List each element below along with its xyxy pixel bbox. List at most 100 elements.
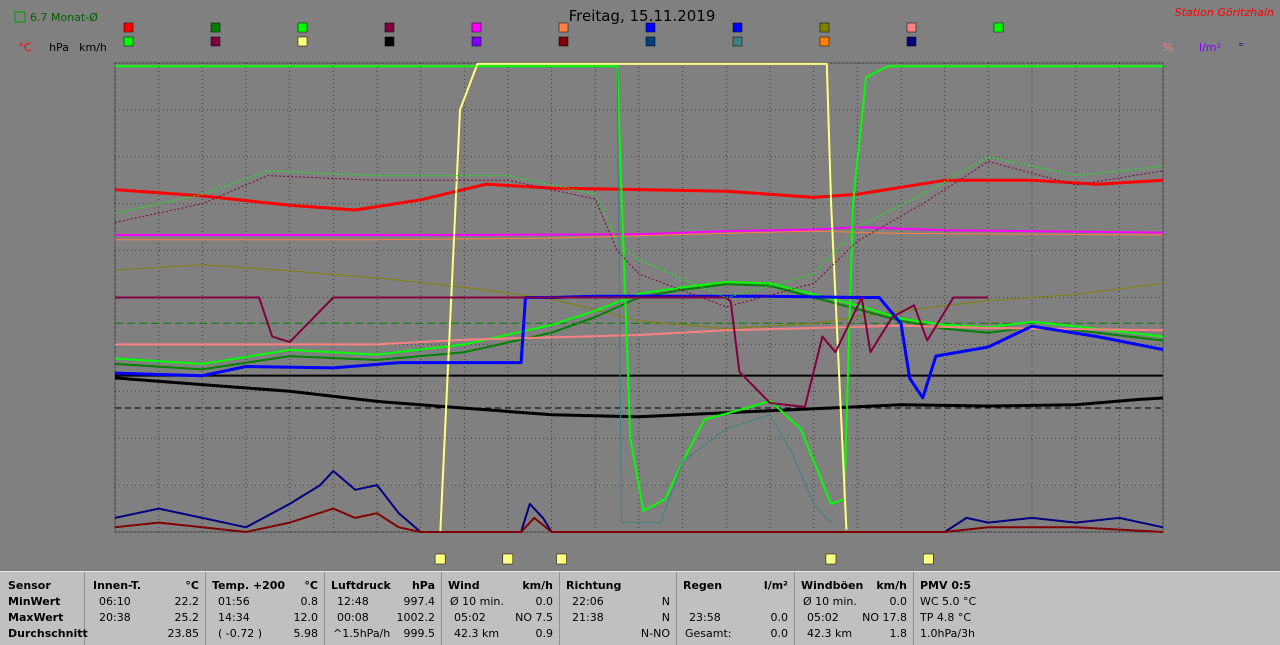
stats-min-time: 01:56 bbox=[218, 595, 250, 608]
stats-unit: hPa bbox=[411, 579, 435, 592]
month-avg-label: 6.7 Monat-Ø bbox=[30, 11, 98, 24]
stats-col-innen: Innen-T. °C 06:10 22.2 20:38 25.2 23.85 bbox=[85, 572, 206, 645]
stats-max-time: 14:34 bbox=[218, 611, 250, 624]
stats-min-time: 22:06 bbox=[572, 595, 604, 608]
stats-min-value: 0.0 bbox=[535, 595, 554, 608]
stats-label-avg: Durchschnitt bbox=[8, 627, 88, 640]
stats-max-value: NO 17.8 bbox=[862, 611, 907, 624]
stats-max-time: 00:08 bbox=[337, 611, 369, 624]
legend-swatch bbox=[645, 36, 656, 47]
stats-avg-value: 1.8 bbox=[889, 627, 908, 640]
legend-swatch bbox=[732, 22, 743, 33]
stats-min-value: N bbox=[661, 595, 670, 608]
legend-swatch bbox=[123, 22, 134, 33]
legend-swatch bbox=[471, 22, 482, 33]
stats-label-max: MaxWert bbox=[8, 611, 64, 624]
legend-swatch bbox=[471, 36, 482, 47]
sun-marker-icon bbox=[923, 553, 934, 565]
stats-max-value: 12.0 bbox=[293, 611, 319, 624]
stats-avg-note: ( -0.72 ) bbox=[218, 627, 263, 640]
stats-col-wind: Wind km/h Ø 10 min. 0.0 05:02 NO 7.5 42.3 k… bbox=[442, 572, 560, 645]
stats-pmv-line3: 1.0hPa/3h bbox=[920, 627, 976, 640]
legend-swatch bbox=[906, 36, 917, 47]
stats-avg-note: 42.3 km bbox=[807, 627, 853, 640]
legend-swatch bbox=[819, 36, 830, 47]
stats-panel: Sensor MinWert MaxWert Durchschnitt Inne… bbox=[0, 571, 1280, 645]
stats-avg-value: 5.98 bbox=[293, 627, 319, 640]
stats-header: PMV 0:5 bbox=[920, 579, 972, 592]
stats-col-richtung: Richtung 22:06 N 21:38 N N-NO bbox=[560, 572, 677, 645]
legend-swatch bbox=[297, 36, 308, 47]
stats-unit: km/h bbox=[522, 579, 553, 592]
chart-title: Freitag, 15.11.2019 bbox=[569, 7, 716, 25]
unit-rain: l/m² bbox=[1199, 41, 1221, 54]
stats-min-value: 22.2 bbox=[174, 595, 200, 608]
stats-avg-note: Gesamt: bbox=[685, 627, 732, 640]
stats-max-time: 20:38 bbox=[99, 611, 131, 624]
stats-min-time: 06:10 bbox=[99, 595, 131, 608]
stats-max-time: 23:58 bbox=[689, 611, 721, 624]
stats-unit: °C bbox=[185, 579, 199, 592]
legend-swatch bbox=[123, 36, 134, 47]
stats-unit: l/m² bbox=[763, 579, 788, 592]
stats-avg-note: 42.3 km bbox=[454, 627, 500, 640]
stats-max-value: 25.2 bbox=[174, 611, 200, 624]
stats-header: Windböen bbox=[801, 579, 864, 592]
stats-max-time: 05:02 bbox=[807, 611, 839, 624]
stats-min-value: 997.4 bbox=[403, 595, 436, 608]
stats-avg-value: 999.5 bbox=[403, 627, 436, 640]
stats-col-pmv: PMV 0:5 WC 5.0 °C TP 4.8 °C 1.0hPa/3h bbox=[914, 572, 1034, 645]
stats-header: Richtung bbox=[566, 579, 622, 592]
sun-marker-icon bbox=[434, 553, 446, 565]
stats-max-time: 21:38 bbox=[572, 611, 604, 624]
unit-degree: ° bbox=[1238, 41, 1244, 54]
weather-chart: Freitag, 15.11.2019 Station Göritzhain 6… bbox=[14, 6, 1274, 565]
stats-col-druck: Luftdruck hPa 12:48 997.4 00:08 1002.2 ^1.5… bbox=[325, 572, 442, 645]
stats-max-value: 1002.2 bbox=[396, 611, 436, 624]
unit-percent: % bbox=[1163, 41, 1173, 54]
stats-col-sensor: Sensor MinWert MaxWert Durchschnitt bbox=[0, 572, 88, 645]
legend-swatch bbox=[384, 36, 395, 47]
stats-header: Luftdruck bbox=[331, 579, 391, 592]
stats-max-value: NO 7.5 bbox=[515, 611, 553, 624]
sun-marker-icon bbox=[556, 553, 567, 565]
stats-avg-note: ^1.5hPa/h bbox=[333, 627, 391, 640]
stats-header: Temp. +200 bbox=[212, 579, 286, 592]
stats-unit: km/h bbox=[876, 579, 907, 592]
month-avg-checkbox[interactable] bbox=[14, 11, 26, 23]
stats-header-sensor: Sensor bbox=[8, 579, 51, 592]
unit-hpa: hPa bbox=[49, 41, 69, 54]
stats-max-value: 0.0 bbox=[770, 611, 789, 624]
stats-avg-value: N-NO bbox=[640, 627, 670, 640]
legend-swatch bbox=[384, 22, 395, 33]
sun-marker-icon bbox=[825, 553, 837, 565]
stats-label-min: MinWert bbox=[8, 595, 61, 608]
stats-header: Innen-T. bbox=[93, 579, 142, 592]
legend-swatch bbox=[558, 36, 569, 47]
stats-header: Wind bbox=[448, 579, 480, 592]
legend-swatch bbox=[297, 22, 308, 33]
legend-swatch bbox=[906, 22, 917, 33]
stats-min-time: 12:48 bbox=[337, 595, 369, 608]
stats-col-boeen: Windböen km/h Ø 10 min. 0.0 05:02 NO 17.8 4… bbox=[795, 572, 914, 645]
station-name: Station Göritzhain bbox=[1175, 6, 1274, 19]
legend-swatch bbox=[210, 22, 221, 33]
stats-avg-value: 23.85 bbox=[167, 627, 200, 640]
sun-marker-icon bbox=[502, 553, 514, 565]
stats-unit: °C bbox=[304, 579, 318, 592]
legend-swatch bbox=[819, 22, 830, 33]
stats-min-value: 0.0 bbox=[889, 595, 908, 608]
stats-min-time: Ø 10 min. bbox=[803, 595, 857, 608]
stats-col-regen: Regen l/m² 23:58 0.0 Gesamt: 0.0 bbox=[677, 572, 795, 645]
stats-pmv-line1: WC 5.0 °C bbox=[920, 595, 977, 608]
unit-kmh: km/h bbox=[79, 41, 107, 54]
stats-col-temp: Temp. +200 °C 01:56 0.8 14:34 12.0 ( -0.72 … bbox=[206, 572, 325, 645]
legend-swatch bbox=[732, 36, 743, 47]
stats-avg-value: 0.0 bbox=[770, 627, 789, 640]
stats-max-time: 05:02 bbox=[454, 611, 486, 624]
legend-swatch bbox=[993, 22, 1004, 33]
stats-pmv-line2: TP 4.8 °C bbox=[920, 611, 972, 624]
stats-min-time: Ø 10 min. bbox=[450, 595, 504, 608]
stats-min-value: 0.8 bbox=[300, 595, 319, 608]
stats-avg-value: 0.9 bbox=[535, 627, 554, 640]
